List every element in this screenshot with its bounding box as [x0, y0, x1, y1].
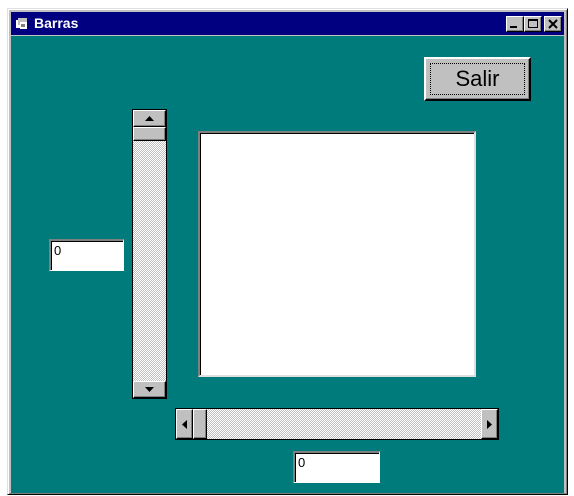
app-window: Barras Salir 0 0 — [7, 8, 568, 495]
arrow-up-icon — [145, 116, 154, 121]
horizontal-value-textbox[interactable]: 0 — [293, 451, 380, 483]
maximize-icon — [528, 19, 538, 28]
window-title: Barras — [34, 15, 79, 31]
arrow-down-icon — [145, 387, 154, 392]
minimize-icon — [510, 26, 517, 28]
maximize-button[interactable] — [524, 16, 542, 32]
scroll-up-button[interactable] — [133, 110, 166, 127]
vertical-scroll-thumb[interactable] — [133, 127, 166, 141]
picture-box[interactable] — [198, 131, 476, 377]
horizontal-scroll-thumb[interactable] — [193, 409, 207, 439]
close-button[interactable] — [544, 16, 562, 32]
arrow-left-icon — [182, 419, 187, 429]
vertical-value-textbox[interactable]: 0 — [49, 239, 124, 271]
app-icon — [16, 18, 27, 29]
close-icon — [548, 19, 558, 29]
scroll-left-button[interactable] — [176, 409, 193, 439]
scroll-down-button[interactable] — [133, 381, 166, 398]
scroll-right-button[interactable] — [481, 409, 498, 439]
form-client-area: Salir 0 0 — [11, 36, 564, 493]
title-bar[interactable]: Barras — [11, 12, 564, 35]
arrow-right-icon — [487, 419, 492, 429]
minimize-button[interactable] — [506, 16, 524, 32]
salir-button[interactable]: Salir — [424, 57, 531, 101]
vertical-scrollbar[interactable] — [132, 109, 167, 399]
horizontal-scrollbar[interactable] — [175, 408, 499, 440]
focus-rectangle — [430, 63, 525, 95]
